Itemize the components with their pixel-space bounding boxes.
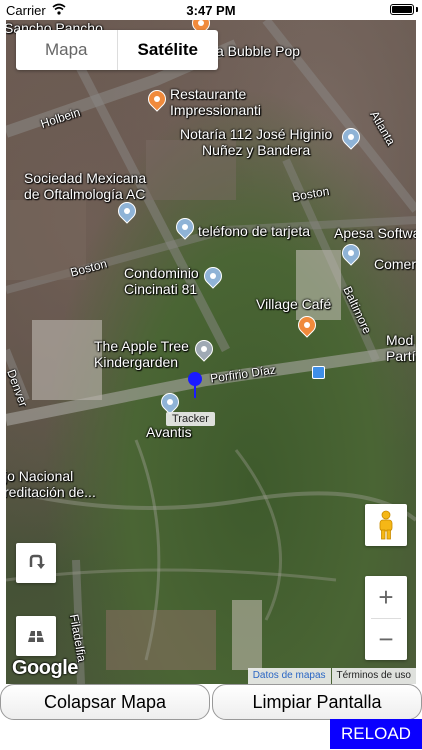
- tracker-pin-icon[interactable]: [187, 372, 203, 398]
- label-apple-tree: The Apple Tree Kindergarden: [94, 338, 189, 370]
- map-attribution: Datos de mapas Términos de uso: [247, 668, 416, 684]
- zoom-out-button[interactable]: −: [365, 618, 407, 660]
- segment-satelite[interactable]: Satélite: [116, 30, 219, 70]
- label-apesa: Apesa Softwa: [334, 225, 416, 241]
- tilt-button[interactable]: [16, 616, 56, 656]
- rotate-icon: [29, 554, 45, 569]
- zoom-in-button[interactable]: +: [365, 576, 407, 618]
- map-data-link[interactable]: Datos de mapas: [247, 668, 331, 684]
- status-bar: Carrier 3:47 PM: [0, 0, 422, 20]
- street-view-button[interactable]: [365, 504, 407, 546]
- status-time: 3:47 PM: [186, 3, 236, 18]
- battery-tip: [416, 7, 418, 12]
- label-village: Village Café: [256, 296, 332, 312]
- label-avantis: Avantis: [146, 424, 192, 440]
- label-notaria: Notaría 112 José Higinio Nuñez y Bandera: [180, 126, 333, 158]
- label-condominio: Condominio Cincinati 81: [124, 265, 199, 297]
- map-type-segmented-control[interactable]: Mapa Satélite: [16, 30, 218, 70]
- segment-mapa[interactable]: Mapa: [16, 30, 117, 70]
- satellite-map[interactable]: Sancho Pancho a Bubble Pop Restaurante I…: [6, 20, 416, 684]
- zoom-divider: [371, 618, 401, 619]
- pegman-icon: [379, 510, 393, 540]
- tilt-3d-icon: [28, 631, 44, 642]
- reload-button[interactable]: RELOAD: [330, 719, 422, 749]
- clear-screen-button[interactable]: Limpiar Pantalla: [212, 684, 422, 720]
- label-comer: Comer: [374, 256, 416, 272]
- google-logo: Google: [12, 657, 78, 679]
- transit-icon[interactable]: [312, 366, 325, 379]
- tracker-label: Tracker: [166, 412, 215, 426]
- label-nacional: jo Nacional reditación de...: [6, 468, 96, 500]
- rotate-button[interactable]: [16, 543, 56, 583]
- collapse-map-button[interactable]: Colapsar Mapa: [0, 684, 210, 720]
- label-sociedad: Sociedad Mexicana de Oftalmología AC: [24, 170, 147, 202]
- label-mod: Mod Partí: [386, 332, 416, 364]
- battery-icon: [390, 4, 414, 15]
- terms-link[interactable]: Términos de uso: [331, 668, 416, 684]
- zoom-control[interactable]: + −: [365, 576, 407, 660]
- label-restaurante: Restaurante Impressionanti: [170, 86, 262, 118]
- label-bubble-pop: a Bubble Pop: [216, 43, 301, 59]
- label-telefono: teléfono de tarjeta: [198, 223, 311, 239]
